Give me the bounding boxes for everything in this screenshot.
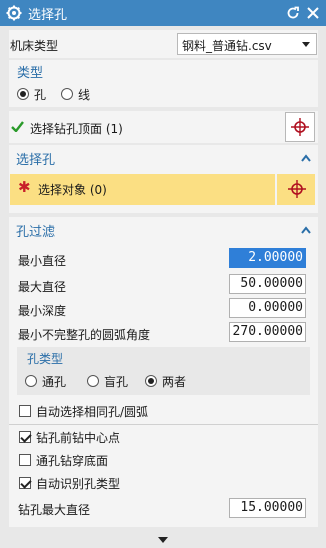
chevron-up-icon[interactable] (301, 226, 311, 234)
auto-select-same-label: 自动选择相同孔/圆弧 (36, 405, 149, 419)
required-mark: ✱ (18, 178, 31, 196)
radio-both-label: 两者 (162, 375, 187, 389)
hole-type-title: 孔类型 (27, 352, 64, 366)
radio-hole[interactable] (17, 88, 29, 100)
radio-through-hole-label: 通孔 (42, 375, 67, 389)
through-bottom-checkbox[interactable] (19, 454, 31, 466)
select-hole-section: 选择孔 ✱ 选择对象 (0) (9, 145, 318, 213)
center-drill-label: 钻孔前钻中心点 (36, 431, 121, 445)
max-drill-diameter-label: 钻孔最大直径 (18, 503, 91, 517)
radio-through-hole[interactable] (25, 375, 37, 387)
radio-blind-hole[interactable] (87, 375, 99, 387)
chevron-down-icon[interactable] (302, 42, 310, 47)
type-group: 类型 孔 线 (9, 60, 318, 107)
face-select-label: 选择钻孔顶面 (1) (30, 122, 123, 136)
face-select-row: 选择钻孔顶面 (1) (9, 111, 318, 143)
min-arc-angle-input[interactable]: 270.00000 (229, 322, 306, 342)
center-drill-checkbox[interactable] (19, 431, 31, 443)
machine-type-label: 机床类型 (10, 39, 59, 53)
select-object-row[interactable]: ✱ 选择对象 (0) (10, 174, 275, 205)
min-depth-label: 最小深度 (18, 304, 67, 318)
divider (9, 424, 318, 425)
face-select-button[interactable] (285, 112, 315, 142)
radio-line[interactable] (61, 88, 73, 100)
radio-both[interactable] (145, 375, 157, 387)
max-drill-diameter-input[interactable]: 15.00000 (229, 498, 306, 518)
min-diameter-input[interactable]: 2.00000 (229, 248, 306, 268)
radio-line-label: 线 (78, 88, 91, 102)
radio-hole-label: 孔 (34, 88, 47, 102)
gear-icon (6, 5, 22, 21)
auto-detect-type-checkbox[interactable] (19, 477, 31, 489)
min-depth-input[interactable]: 0.00000 (229, 298, 306, 318)
hole-type-group: 孔类型 通孔 盲孔 两者 (17, 347, 310, 395)
footer-bar (0, 532, 326, 548)
select-object-label: 选择对象 (0) (38, 183, 107, 197)
max-diameter-label: 最大直径 (18, 280, 67, 294)
reset-icon[interactable] (285, 5, 301, 21)
machine-type-row: 机床类型 钢料_普通钻.csv (9, 30, 318, 58)
close-icon[interactable] (305, 5, 321, 21)
through-bottom-label: 通孔钻穿底面 (36, 454, 109, 468)
title-bar: 选择孔 (0, 0, 326, 26)
auto-detect-type-label: 自动识别孔类型 (36, 477, 121, 491)
crosshair-icon (288, 180, 306, 198)
window-title: 选择孔 (28, 8, 68, 23)
hole-filter-title: 孔过滤 (16, 225, 56, 240)
max-diameter-input[interactable]: 50.00000 (229, 274, 306, 294)
expand-more-icon[interactable] (158, 537, 168, 543)
machine-type-select[interactable]: 钢料_普通钻.csv (177, 33, 317, 55)
radio-blind-hole-label: 盲孔 (104, 375, 129, 389)
type-group-title: 类型 (17, 66, 44, 81)
crosshair-icon (291, 118, 309, 136)
hole-filter-section: 孔过滤 最小直径 2.00000 最大直径 50.00000 最小深度 0.00… (9, 217, 318, 527)
select-object-button[interactable] (277, 174, 315, 205)
min-diameter-label: 最小直径 (18, 254, 67, 268)
select-hole-title: 选择孔 (16, 153, 56, 168)
check-mark-icon (11, 121, 24, 132)
min-arc-angle-label: 最小不完整孔的圆弧角度 (18, 328, 151, 342)
machine-type-value: 钢料_普通钻.csv (182, 39, 272, 53)
chevron-up-icon[interactable] (301, 154, 311, 162)
auto-select-same-checkbox[interactable] (19, 405, 31, 417)
